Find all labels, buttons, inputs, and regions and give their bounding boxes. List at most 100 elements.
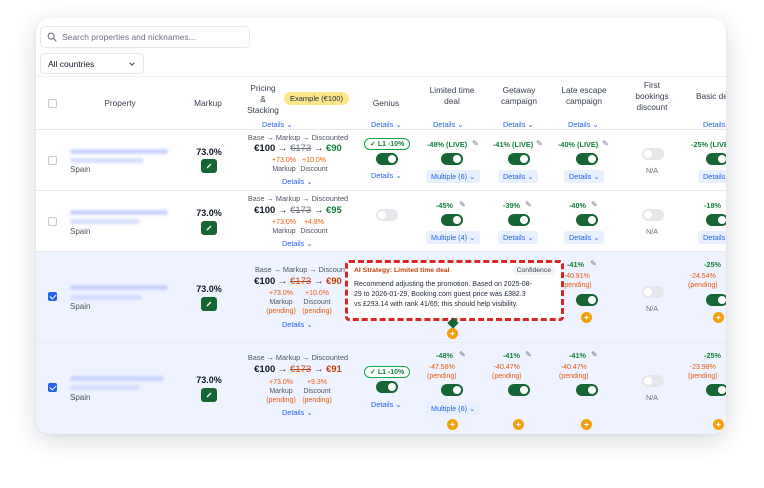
ai-sparkle-icon[interactable]	[447, 419, 458, 430]
pencil-icon[interactable]: ✎	[472, 139, 479, 148]
getaway-toggle[interactable]	[508, 214, 530, 226]
pricing-discount-sub: +10.0% Discount (pending)	[302, 290, 332, 316]
row-checkbox[interactable]	[48, 217, 57, 226]
limited-deal-toggle[interactable]	[441, 214, 463, 226]
pencil-icon	[206, 225, 212, 231]
markup-value: 73.0%	[196, 375, 222, 385]
search-input[interactable]	[62, 32, 242, 42]
late-escape-toggle[interactable]	[576, 153, 598, 165]
first-bookings-na: N/A	[646, 304, 659, 313]
genius-toggle[interactable]	[376, 153, 398, 165]
limited-header-details[interactable]: Details ⌄	[433, 120, 463, 129]
row-checkbox[interactable]	[48, 292, 57, 301]
pencil-icon[interactable]: ✎	[459, 350, 466, 359]
pricing-header-details[interactable]: Details ⌄	[262, 120, 292, 129]
getaway-value: -41% (LIVE)	[493, 140, 534, 149]
pricing-markup-sub: +73.0% Markup (pending)	[266, 290, 296, 316]
basic-deal-toggle[interactable]	[706, 384, 726, 396]
country-select[interactable]: All countries	[40, 53, 144, 74]
pricing-discount-sub: +4.8% Discount	[300, 219, 328, 236]
genius-details-link[interactable]: Details ⌄	[371, 400, 401, 409]
pricing-discount-sub: +10.0% Discount	[300, 157, 328, 174]
pencil-icon[interactable]: ✎	[459, 200, 466, 209]
edit-markup-button[interactable]	[201, 388, 217, 402]
limited-deal-toggle[interactable]	[441, 384, 463, 396]
pencil-icon[interactable]: ✎	[525, 350, 532, 359]
pencil-icon[interactable]: ✎	[591, 200, 598, 209]
ai-sparkle-icon[interactable]	[513, 419, 524, 430]
late-escape-toggle[interactable]	[576, 214, 598, 226]
ai-sparkle-icon[interactable]	[581, 312, 592, 323]
search-box[interactable]	[40, 26, 250, 48]
pricing-flow: €100 → €173 → €95	[254, 205, 342, 216]
pencil-icon[interactable]: ✎	[590, 259, 597, 268]
check-icon: ✓	[370, 141, 376, 148]
pricing-discount-sub: +9.3% Discount (pending)	[302, 379, 332, 405]
edit-markup-button[interactable]	[201, 221, 217, 235]
basic-deal-details[interactable]: Details ⌄	[698, 170, 726, 183]
pricing-details-link[interactable]: Details ⌄	[282, 320, 312, 329]
edit-markup-button[interactable]	[201, 297, 217, 311]
property-name-redacted	[70, 149, 168, 154]
first-bookings-toggle[interactable]	[642, 209, 664, 221]
getaway-header-details[interactable]: Details ⌄	[503, 120, 533, 129]
late-escape-toggle[interactable]	[576, 384, 598, 396]
pricing-details-link[interactable]: Details ⌄	[282, 408, 312, 417]
limited-deal-details[interactable]: Multiple (4) ⌄	[426, 231, 481, 244]
pricing-details-link[interactable]: Details ⌄	[282, 239, 312, 248]
late-escape-details[interactable]: Details ⌄	[564, 231, 605, 244]
getaway-toggle[interactable]	[508, 384, 530, 396]
genius-toggle[interactable]	[376, 381, 398, 393]
basic-deal-toggle[interactable]	[706, 153, 726, 165]
late-escape-value: -40% (LIVE)	[558, 140, 599, 149]
late-escape-details[interactable]: Details ⌄	[564, 170, 605, 183]
late-header-details[interactable]: Details ⌄	[568, 120, 598, 129]
limited-deal-value: -45%	[436, 201, 454, 210]
getaway-details[interactable]: Details ⌄	[498, 231, 539, 244]
ai-sparkle-icon[interactable]	[713, 312, 724, 323]
getaway-details[interactable]: Details ⌄	[498, 170, 539, 183]
basic-deal-pending: -23.98% (pending)	[688, 364, 718, 381]
pricing-details-link[interactable]: Details ⌄	[282, 177, 312, 186]
basic-deal-toggle[interactable]	[706, 214, 726, 226]
limited-deal-toggle[interactable]	[441, 153, 463, 165]
late-escape-value: -41%	[567, 260, 585, 269]
basic-deal-value: -25%	[704, 260, 722, 269]
basic-deal-value: -18%	[704, 201, 722, 210]
properties-card: All countries Property Markup Pricing&St…	[36, 18, 726, 434]
table-row[interactable]: Spain 73.0% Base → Markup → Discounted €…	[36, 343, 726, 434]
limited-deal-details[interactable]: Multiple (6) ⌄	[426, 402, 481, 415]
genius-header-details[interactable]: Details ⌄	[371, 120, 401, 129]
getaway-value: -39%	[503, 201, 521, 210]
late-escape-toggle[interactable]	[576, 294, 598, 306]
table-row[interactable]: Spain 73.0% Base → Markup → Discounted €…	[36, 191, 726, 252]
first-bookings-na: N/A	[646, 393, 659, 402]
property-nickname-redacted	[70, 158, 144, 163]
first-bookings-toggle[interactable]	[642, 286, 664, 298]
select-all-checkbox[interactable]	[48, 99, 57, 108]
ai-sparkle-icon[interactable]	[447, 328, 458, 339]
first-bookings-na: N/A	[646, 166, 659, 175]
genius-details-link[interactable]: Details ⌄	[371, 171, 401, 180]
edit-markup-button[interactable]	[201, 159, 217, 173]
basic-deal-details[interactable]: Details ⌄	[698, 231, 726, 244]
pencil-icon[interactable]: ✎	[591, 350, 598, 359]
ai-sparkle-icon[interactable]	[581, 419, 592, 430]
genius-toggle[interactable]	[376, 209, 398, 221]
getaway-toggle[interactable]	[508, 153, 530, 165]
limited-deal-details[interactable]: Multiple (6) ⌄	[426, 170, 481, 183]
col-markup: Markup	[194, 98, 222, 108]
pencil-icon[interactable]: ✎	[602, 139, 609, 148]
pencil-icon[interactable]: ✎	[525, 200, 532, 209]
col-late-escape-campaign: Late escape campaign	[561, 85, 607, 107]
basic-header-details[interactable]: Details ⌄	[703, 120, 726, 129]
row-checkbox[interactable]	[48, 156, 57, 165]
genius-level-badge: ✓ L1 -10%	[364, 366, 411, 378]
table-row[interactable]: Spain 73.0% Base → Markup → Discounted €…	[36, 130, 726, 191]
first-bookings-toggle[interactable]	[642, 148, 664, 160]
row-checkbox[interactable]	[48, 383, 57, 392]
pencil-icon[interactable]: ✎	[536, 139, 543, 148]
first-bookings-toggle[interactable]	[642, 375, 664, 387]
basic-deal-toggle[interactable]	[706, 294, 726, 306]
ai-sparkle-icon[interactable]	[713, 419, 724, 430]
